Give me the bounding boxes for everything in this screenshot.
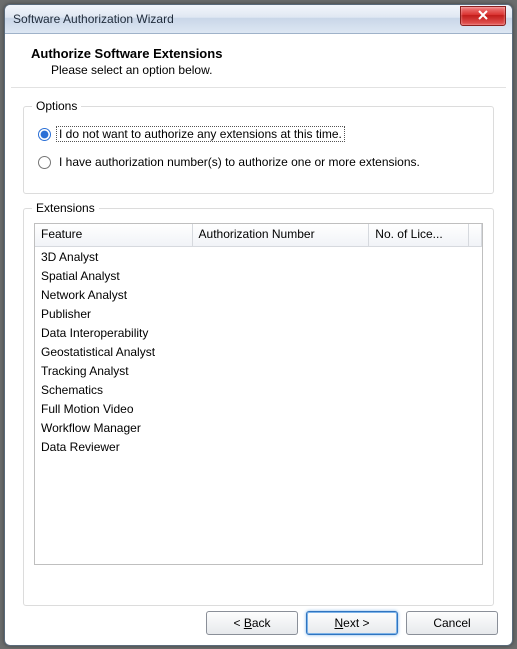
cell-feature: Schematics — [35, 383, 197, 397]
table-row[interactable]: Schematics — [35, 380, 482, 399]
option-have-numbers-radio[interactable] — [38, 156, 51, 169]
cancel-button[interactable]: Cancel — [406, 611, 498, 635]
cell-feature: 3D Analyst — [35, 250, 197, 264]
option-no-authorize-radio[interactable] — [38, 128, 51, 141]
wizard-header: Authorize Software Extensions Please sel… — [5, 34, 512, 87]
table-row[interactable]: Data Reviewer — [35, 437, 482, 456]
option-have-numbers-label: I have authorization number(s) to author… — [57, 155, 422, 169]
col-licenses[interactable]: No. of Lice... — [369, 224, 469, 246]
col-auth-number[interactable]: Authorization Number — [193, 224, 370, 246]
wizard-footer: < Back Next > Cancel — [206, 611, 498, 635]
cell-feature: Data Reviewer — [35, 440, 197, 454]
cell-feature: Publisher — [35, 307, 197, 321]
option-have-numbers[interactable]: I have authorization number(s) to author… — [38, 155, 483, 169]
cell-feature: Full Motion Video — [35, 402, 197, 416]
cell-feature: Data Interoperability — [35, 326, 197, 340]
cell-feature: Workflow Manager — [35, 421, 197, 435]
table-row[interactable]: Workflow Manager — [35, 418, 482, 437]
options-legend: Options — [32, 99, 81, 113]
extensions-legend: Extensions — [32, 201, 99, 215]
cell-feature: Spatial Analyst — [35, 269, 197, 283]
back-button[interactable]: < Back — [206, 611, 298, 635]
back-button-label: < Back — [233, 616, 270, 630]
close-button[interactable] — [460, 6, 506, 26]
extensions-table: Feature Authorization Number No. of Lice… — [34, 223, 483, 565]
window-title: Software Authorization Wizard — [13, 12, 174, 26]
titlebar[interactable]: Software Authorization Wizard — [5, 5, 512, 34]
table-row[interactable]: Full Motion Video — [35, 399, 482, 418]
table-row[interactable]: Geostatistical Analyst — [35, 342, 482, 361]
option-no-authorize[interactable]: I do not want to authorize any extension… — [38, 127, 483, 141]
table-row[interactable]: 3D Analyst — [35, 247, 482, 266]
table-body: 3D Analyst Spatial Analyst Network Analyst… — [35, 247, 482, 456]
page-title: Authorize Software Extensions — [31, 46, 498, 61]
table-header: Feature Authorization Number No. of Lice… — [35, 224, 482, 247]
next-button-label: Next > — [334, 616, 369, 630]
table-row[interactable]: Publisher — [35, 304, 482, 323]
col-spacer — [469, 224, 482, 246]
cell-feature: Tracking Analyst — [35, 364, 197, 378]
page-subtitle: Please select an option below. — [31, 61, 498, 77]
dialog-window: Software Authorization Wizard Authorize … — [4, 4, 513, 646]
option-no-authorize-label: I do not want to authorize any extension… — [57, 127, 344, 141]
col-feature[interactable]: Feature — [35, 224, 193, 246]
cell-feature: Network Analyst — [35, 288, 197, 302]
table-row[interactable]: Tracking Analyst — [35, 361, 482, 380]
table-row[interactable]: Data Interoperability — [35, 323, 482, 342]
table-row[interactable]: Network Analyst — [35, 285, 482, 304]
wizard-body: Options I do not want to authorize any e… — [5, 88, 512, 606]
options-group: Options I do not want to authorize any e… — [23, 106, 494, 194]
table-row[interactable]: Spatial Analyst — [35, 266, 482, 285]
extensions-group: Extensions Feature Authorization Number … — [23, 208, 494, 606]
cell-feature: Geostatistical Analyst — [35, 345, 197, 359]
cancel-button-label: Cancel — [433, 616, 470, 630]
next-button[interactable]: Next > — [306, 611, 398, 635]
close-icon — [478, 10, 488, 23]
